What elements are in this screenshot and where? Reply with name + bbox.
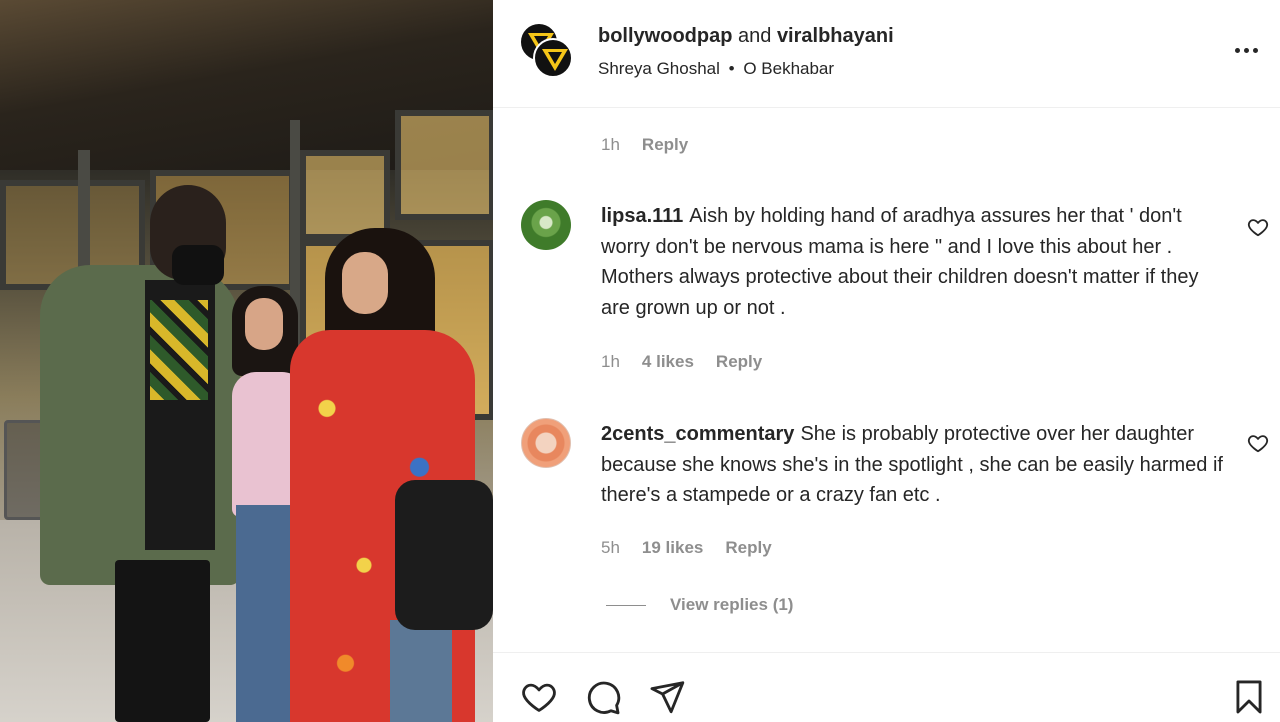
comment-username-link[interactable]: 2cents_commentary bbox=[601, 423, 794, 445]
media-girl-face bbox=[245, 298, 283, 350]
audio-artist[interactable]: Shreya Ghoshal bbox=[598, 59, 720, 78]
avatar[interactable] bbox=[521, 200, 571, 250]
media-window bbox=[300, 150, 390, 240]
owner-username-link[interactable]: bollywoodpap bbox=[598, 25, 732, 47]
media-woman-face bbox=[342, 252, 388, 314]
post-header: bollywoodpap and viralbhayani Shreya Gho… bbox=[493, 0, 1280, 108]
comment-time: 1h bbox=[601, 352, 620, 371]
heart-icon[interactable] bbox=[1247, 216, 1269, 238]
owner-username-link[interactable]: viralbhayani bbox=[777, 25, 894, 47]
heart-icon[interactable] bbox=[520, 678, 558, 716]
comment-likes-link[interactable]: 19 likes bbox=[642, 538, 703, 558]
post-action-bar bbox=[493, 652, 1280, 722]
view-replies-divider bbox=[606, 604, 646, 606]
audio-attribution[interactable]: Shreya Ghoshal • O Bekhabar bbox=[598, 58, 834, 80]
view-replies-label[interactable]: View replies (1) bbox=[670, 595, 793, 615]
comment-text: Aish by holding hand of aradhya assures … bbox=[601, 205, 1199, 319]
media-man-legs bbox=[115, 560, 210, 722]
avatar[interactable] bbox=[521, 418, 571, 468]
comment-meta-row: 1h Reply bbox=[601, 135, 688, 155]
comment-username-link[interactable]: lipsa.111 bbox=[601, 205, 683, 227]
comment-meta-row: 1h 4 likes Reply bbox=[601, 352, 762, 372]
post-owners: bollywoodpap and viralbhayani bbox=[598, 24, 894, 48]
reply-button[interactable]: Reply bbox=[716, 352, 762, 372]
post-detail-panel: bollywoodpap and viralbhayani Shreya Gho… bbox=[493, 0, 1280, 722]
media-window bbox=[395, 110, 493, 220]
more-options-icon[interactable] bbox=[1230, 36, 1262, 64]
comment-time: 5h bbox=[601, 538, 620, 557]
audio-title[interactable]: O Bekhabar bbox=[743, 59, 834, 78]
heart-icon[interactable] bbox=[1247, 432, 1269, 454]
collab-avatars[interactable] bbox=[519, 22, 575, 80]
post-media-image[interactable] bbox=[0, 0, 493, 722]
media-man-mask bbox=[172, 245, 224, 285]
send-icon[interactable] bbox=[648, 678, 686, 716]
comment-body: 2cents_commentary She is probably protect… bbox=[601, 419, 1231, 511]
comment-meta-row: 5h 19 likes Reply bbox=[601, 538, 772, 558]
bookmark-icon[interactable] bbox=[1230, 678, 1268, 716]
media-woman-bag bbox=[395, 480, 493, 630]
reply-button[interactable]: Reply bbox=[642, 135, 688, 155]
owner-joiner-text: and bbox=[738, 25, 772, 47]
media-man-shirt-print bbox=[150, 300, 208, 400]
comment-icon[interactable] bbox=[584, 678, 622, 716]
avatar[interactable] bbox=[533, 38, 573, 78]
comment-likes-link[interactable]: 4 likes bbox=[642, 352, 694, 372]
media-woman-jeans bbox=[390, 620, 452, 722]
audio-separator: • bbox=[728, 59, 735, 78]
comment-time: 1h bbox=[601, 135, 620, 154]
comment-body: lipsa.111 Aish by holding hand of aradhya… bbox=[601, 201, 1231, 323]
view-replies-button[interactable]: View replies (1) bbox=[606, 595, 793, 615]
reply-button[interactable]: Reply bbox=[725, 538, 771, 558]
